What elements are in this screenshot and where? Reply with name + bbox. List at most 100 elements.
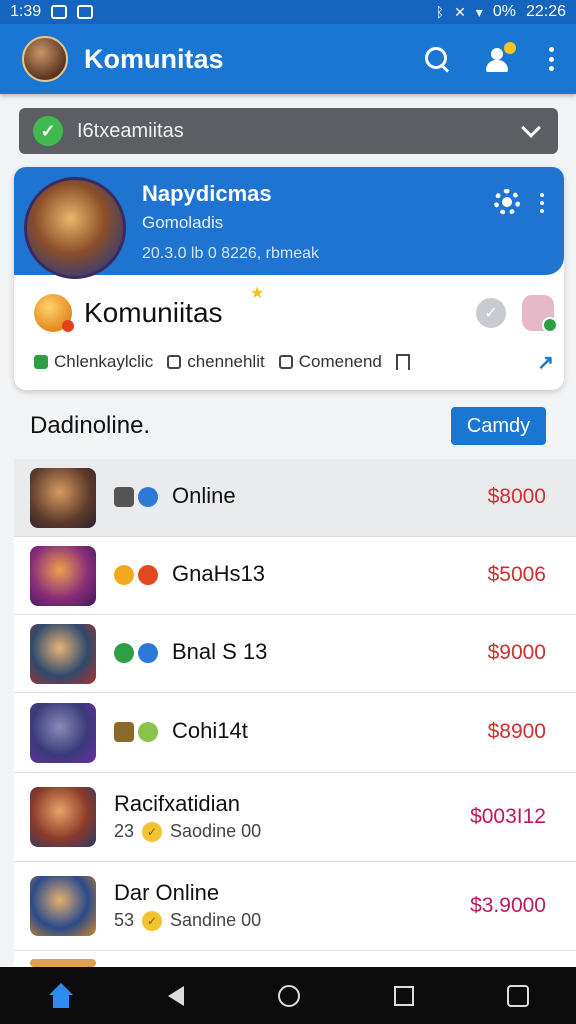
bluetooth-icon: ᛒ — [435, 4, 445, 20]
row-icons — [114, 487, 158, 507]
star-icon: ★ — [250, 285, 265, 302]
status-bar: 1:39 ᛒ ✕ ▾ 0% 22:26 — [0, 0, 576, 24]
check-icon: ✓ — [33, 116, 63, 146]
list-item[interactable]: GnaHs13 $5006 — [14, 537, 576, 615]
game-thumbnail — [30, 787, 96, 847]
add-user-icon[interactable] — [484, 42, 516, 74]
community-title: Komuniitas — [84, 297, 223, 328]
status-time: 1:39 — [10, 3, 42, 20]
game-list: Online $8000 GnaHs13 $5006 Bnal S 13 $90… — [14, 459, 576, 967]
badge-icon — [138, 722, 158, 742]
row-sub: 23 ✓ Saodine 00 — [114, 821, 261, 842]
chip-checklist[interactable]: Chlenkaylclic — [34, 352, 153, 372]
chips-row: Chlenkaylclic chennehlit Comenend ↗ — [34, 347, 554, 377]
row-sub-text: Sandine 00 — [170, 910, 262, 930]
profile-more-icon[interactable] — [540, 193, 546, 213]
row-icons — [114, 643, 158, 663]
checklist-icon — [34, 355, 48, 369]
home-icon[interactable] — [47, 982, 75, 1009]
coin-icon: ✓ — [142, 910, 163, 931]
row-sub: 53 ✓ Sandine 00 — [114, 910, 261, 931]
community-icon — [34, 294, 74, 332]
list-item[interactable]: Cohi14t $8900 — [14, 693, 576, 773]
profile-avatar[interactable] — [24, 177, 126, 279]
share-icon[interactable]: ↗ — [537, 350, 554, 375]
row-name: GnaHs13 — [172, 561, 265, 586]
link-icon — [114, 643, 134, 663]
status-clock: 22:26 — [525, 3, 566, 20]
row-price: $8000 — [487, 485, 546, 508]
member-avatar[interactable] — [522, 295, 558, 333]
row-icons — [114, 722, 158, 742]
row-icons — [114, 565, 158, 585]
list-item[interactable]: Dar Online 53 ✓ Sandine 00 $3.9000 — [14, 862, 576, 951]
row-name: Bnal S 13 — [172, 639, 268, 664]
status-left: 1:39 — [10, 3, 94, 21]
row-price: $9000 — [487, 641, 546, 664]
app-actions — [424, 42, 554, 74]
list-item[interactable]: Racifxatidian 23 ✓ Saodine 00 $003I12 — [14, 773, 576, 862]
game-thumbnail — [30, 959, 96, 967]
battery-level: 0% — [492, 3, 516, 20]
more-vert-icon[interactable] — [548, 47, 554, 71]
search-icon[interactable] — [424, 46, 450, 72]
community-selector[interactable]: ✓ I6txeamiitas — [19, 108, 558, 154]
row-price: $003I12 — [470, 805, 546, 828]
row-sub-text: Saodine 00 — [170, 821, 262, 841]
back-icon[interactable] — [168, 985, 185, 1006]
crown-icon — [114, 565, 134, 585]
game-thumbnail — [30, 703, 96, 763]
row-name: Cohi14t — [172, 718, 248, 743]
profile-subtitle: Gomoladis — [142, 213, 224, 232]
fire-icon — [138, 565, 158, 585]
game-thumbnail — [30, 546, 96, 606]
chip-comment[interactable]: Comenend — [278, 352, 382, 372]
app-bar: Komunitas — [0, 24, 576, 94]
game-thumbnail — [30, 876, 96, 936]
coin-icon: ✓ — [142, 821, 163, 842]
channel-icon — [167, 355, 182, 369]
row-count: 23 — [114, 821, 135, 841]
selector-label: I6txeamiitas — [77, 119, 184, 142]
rotate-icon[interactable] — [507, 984, 530, 1007]
home-circle-icon[interactable] — [277, 984, 300, 1007]
chevron-down-icon[interactable] — [521, 118, 541, 138]
sword-icon — [114, 722, 134, 742]
add-user-head — [491, 48, 503, 60]
nav-bar — [0, 967, 576, 1024]
sword-icon — [114, 487, 134, 507]
game-thumbnail — [30, 468, 96, 528]
chip-channel[interactable]: chennehlit — [167, 352, 265, 372]
game-thumbnail — [30, 624, 96, 684]
list-item[interactable]: Bnal S 13 $9000 — [14, 615, 576, 693]
online-title: Dadinoline. — [30, 412, 151, 439]
profile-card: Napydicmas Gomoladis 20.3.0 lb 0 8226, r… — [14, 167, 564, 390]
settings-icon[interactable] — [494, 189, 520, 215]
candy-button[interactable]: Camdy — [451, 407, 546, 445]
list-item-partial — [14, 951, 576, 967]
row-count: 53 — [114, 910, 135, 930]
community-row: Komuniitas ★ ✓ — [34, 285, 558, 335]
list-item[interactable]: Online $8000 — [14, 459, 576, 537]
badge-icon — [138, 487, 158, 507]
row-price: $3.9000 — [470, 894, 546, 917]
notification-dot — [504, 42, 516, 54]
row-name: Online — [172, 483, 236, 508]
row-price: $8900 — [487, 720, 546, 743]
add-user-body — [486, 60, 508, 72]
verified-icon[interactable]: ✓ — [476, 298, 506, 328]
app-notification-icon — [77, 5, 94, 19]
chip-label: Comenend — [298, 352, 382, 371]
bookmark-icon[interactable] — [395, 354, 410, 370]
app-avatar[interactable] — [22, 36, 68, 82]
profile-meta: 20.3.0 lb 0 8226, rbmeak — [142, 245, 320, 262]
profile-header: Napydicmas Gomoladis 20.3.0 lb 0 8226, r… — [14, 167, 564, 279]
recents-icon[interactable] — [393, 985, 414, 1006]
app-title: Komunitas — [84, 43, 224, 74]
status-right: ᛒ ✕ ▾ 0% 22:26 — [436, 3, 566, 21]
mute-icon: ✕ — [454, 3, 466, 20]
online-header: Dadinoline. Camdy — [30, 400, 546, 452]
chip-label: Chlenkaylclic — [54, 352, 154, 371]
verified-icon — [138, 643, 158, 663]
comment-icon — [278, 355, 293, 369]
